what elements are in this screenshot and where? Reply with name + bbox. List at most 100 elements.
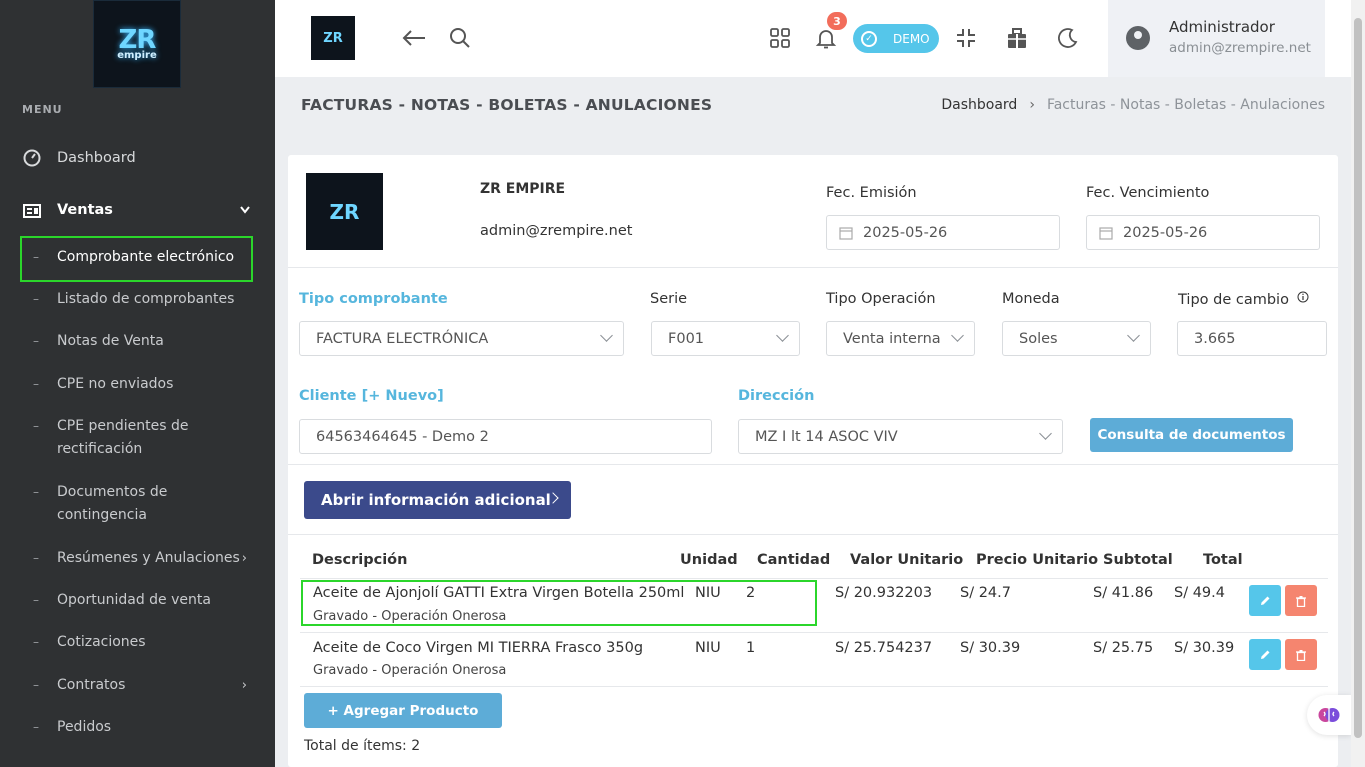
company-logo: ZR: [306, 173, 383, 250]
info-adicional-button[interactable]: Abrir información adicional: [304, 481, 571, 519]
delete-button[interactable]: [1285, 639, 1317, 670]
apps-grid-icon[interactable]: [767, 25, 793, 51]
sidebar-item-cpe-no-enviados[interactable]: – CPE no enviados: [33, 373, 250, 396]
serie-select[interactable]: F001: [651, 321, 800, 356]
sidebar-item-cpe-pendientes[interactable]: – CPE pendientes de rectificación: [33, 415, 250, 461]
sidebar-item-contratos[interactable]: – Contratos ›: [33, 674, 250, 697]
moneda-label: Moneda: [1002, 291, 1060, 307]
edit-button[interactable]: [1249, 585, 1281, 616]
brain-icon: [1318, 708, 1340, 722]
fec-vencimiento-input[interactable]: 2025-05-26: [1086, 215, 1320, 250]
row-precio: S/ 30.39: [960, 640, 1021, 656]
pencil-icon: [1261, 650, 1270, 659]
gift-icon[interactable]: [1004, 25, 1030, 51]
company-email: admin@zrempire.net: [480, 223, 633, 239]
breadcrumb-home[interactable]: Dashboard: [941, 97, 1017, 113]
sidebar-item-listado[interactable]: – Listado de comprobantes: [33, 288, 250, 311]
row-valor: S/ 20.932203: [835, 585, 933, 601]
tipo-comprobante-label: Tipo comprobante: [299, 291, 448, 307]
row-subtext: Gravado - Operación Onerosa: [313, 609, 507, 624]
check-circle-icon: ✓: [861, 30, 877, 47]
col-subtotal: Subtotal: [1103, 552, 1173, 568]
row-description: Aceite de Coco Virgen MI TIERRA Frasco 3…: [313, 640, 644, 656]
chevron-down-icon: [776, 329, 789, 342]
moon-icon[interactable]: [1055, 25, 1081, 51]
row-precio: S/ 24.7: [960, 585, 1011, 601]
delete-button[interactable]: [1285, 585, 1317, 616]
total-items: Total de ítems: 2: [304, 738, 421, 754]
search-icon[interactable]: [447, 25, 473, 51]
topbar-logo[interactable]: ZR: [311, 16, 355, 60]
fec-vencimiento-label: Fec. Vencimiento: [1086, 185, 1210, 201]
sidebar-item-notas[interactable]: – Notas de Venta: [33, 330, 250, 353]
user-name: Administrador: [1169, 18, 1275, 36]
row-valor: S/ 25.754237: [835, 640, 933, 656]
tipo-operacion-label: Tipo Operación: [826, 291, 936, 307]
row-unidad: NIU: [695, 640, 721, 656]
assistant-brain-button[interactable]: [1307, 695, 1351, 735]
fec-emision-label: Fec. Emisión: [826, 185, 917, 201]
page-title: FACTURAS - NOTAS - BOLETAS - ANULACIONES: [301, 96, 713, 114]
page-scrollbar[interactable]: [1351, 0, 1365, 767]
direccion-select[interactable]: MZ I lt 14 ASOC VIV: [738, 419, 1063, 454]
direccion-label: Dirección: [738, 388, 815, 404]
col-cantidad: Cantidad: [757, 552, 831, 568]
company-name: ZR EMPIRE: [480, 181, 566, 197]
sidebar-item-oportunidad[interactable]: – Oportunidad de venta: [33, 589, 250, 612]
row-unidad: NIU: [695, 585, 721, 601]
tipo-comprobante-select[interactable]: FACTURA ELECTRÓNICA: [299, 321, 624, 356]
brand-logo[interactable]: ZR empire: [93, 0, 181, 88]
sidebar-item-cotizaciones[interactable]: – Cotizaciones: [33, 631, 250, 654]
sidebar-item-label: Ventas: [57, 202, 113, 218]
row-total: S/ 30.39: [1174, 640, 1235, 656]
compress-icon[interactable]: [953, 25, 979, 51]
sidebar-item-dashboard[interactable]: Dashboard: [22, 148, 136, 168]
row-cantidad: 1: [746, 640, 756, 656]
calendar-icon: [839, 226, 853, 240]
tipo-cambio-input[interactable]: 3.665: [1177, 321, 1327, 356]
row-subtotal: S/ 25.75: [1093, 640, 1154, 656]
row-subtotal: S/ 41.86: [1093, 585, 1154, 601]
demo-badge[interactable]: ✓ DEMO: [853, 24, 939, 53]
add-product-button[interactable]: + Agregar Producto: [304, 693, 502, 728]
chevron-down-icon[interactable]: [240, 206, 250, 214]
user-email: admin@zrempire.net: [1169, 40, 1311, 56]
serie-label: Serie: [650, 291, 688, 307]
trash-icon: [1296, 595, 1306, 607]
gauge-icon: [22, 148, 42, 168]
chevron-right-icon: ›: [241, 551, 247, 566]
col-total: Total: [1203, 552, 1243, 568]
user-menu[interactable]: Administrador admin@zrempire.net: [1108, 0, 1325, 77]
info-icon[interactable]: [1297, 291, 1309, 303]
sidebar-item-contingencia[interactable]: – Documentos de contingencia: [33, 481, 250, 527]
sidebar-item-pedidos[interactable]: – Pedidos: [33, 716, 250, 739]
back-arrow-icon[interactable]: [401, 25, 427, 51]
tipo-operacion-select[interactable]: Venta interna: [826, 321, 975, 356]
chevron-down-icon: [1127, 329, 1140, 342]
menu-title: MENU: [22, 103, 63, 116]
invoice-form-card: ZR ZR EMPIRE admin@zrempire.net Fec. Emi…: [288, 155, 1338, 767]
avatar-icon: [1126, 26, 1150, 50]
sidebar-item-comprobante[interactable]: – Comprobante electrónico: [33, 246, 250, 269]
col-descripcion: Descripción: [312, 552, 408, 568]
sidebar-item-ventas[interactable]: Ventas: [22, 200, 113, 220]
chevron-down-icon: [951, 329, 964, 342]
chevron-down-icon: [600, 329, 613, 342]
tipo-cambio-label: Tipo de cambio: [1178, 291, 1309, 308]
receipt-icon: [22, 200, 42, 220]
row-subtext: Gravado - Operación Onerosa: [313, 663, 507, 678]
fec-emision-input[interactable]: 2025-05-26: [826, 215, 1060, 250]
cliente-label: Cliente [+ Nuevo]: [299, 388, 444, 404]
nuevo-cliente-link[interactable]: [+ Nuevo]: [362, 388, 444, 404]
sidebar-item-label: Dashboard: [57, 150, 136, 166]
col-valor-unitario: Valor Unitario: [850, 552, 964, 568]
edit-button[interactable]: [1249, 639, 1281, 670]
notification-badge: 3: [827, 12, 847, 30]
moneda-select[interactable]: Soles: [1002, 321, 1151, 356]
chevron-down-icon: [1039, 427, 1052, 440]
col-precio-unitario: Precio Unitario: [976, 552, 1099, 568]
sidebar-item-resumenes[interactable]: – Resúmenes y Anulaciones ›: [33, 547, 250, 570]
chevron-right-icon: ›: [241, 678, 247, 693]
cliente-input[interactable]: 64563464645 - Demo 2: [299, 419, 712, 454]
consulta-documentos-button[interactable]: Consulta de documentos: [1090, 418, 1293, 452]
